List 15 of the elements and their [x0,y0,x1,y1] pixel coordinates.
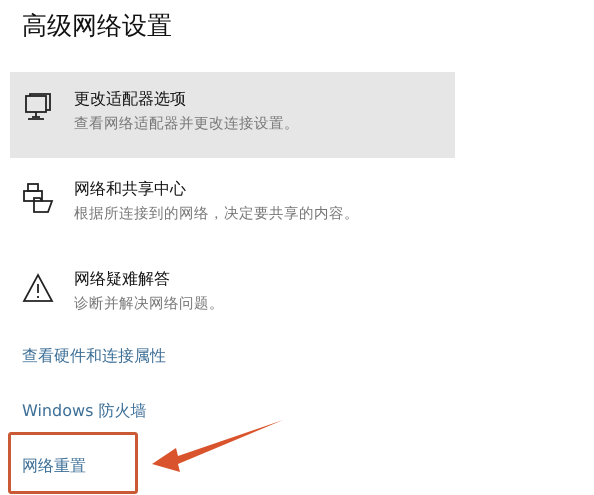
warning-icon [22,272,54,304]
settings-option[interactable]: 网络疑难解答 诊断并解决网络问题。 [10,252,455,338]
option-title: 网络疑难解答 [74,268,170,290]
settings-link[interactable]: 查看硬件和连接属性 [22,344,166,368]
option-title: 网络和共享中心 [74,178,186,200]
option-description: 查看网络适配器并更改连接设置。 [74,115,299,134]
printer-folder-icon [22,182,54,214]
option-description: 诊断并解决网络问题。 [74,295,224,314]
settings-link[interactable]: Windows 防火墙 [22,399,147,423]
page-title: 高级网络设置 [22,10,172,42]
option-description: 根据所连接到的网络，决定要共享的内容。 [74,204,359,224]
option-title: 更改适配器选项 [74,88,186,110]
settings-option[interactable]: 更改适配器选项 查看网络适配器并更改连接设置。 [10,72,455,158]
settings-link[interactable]: 网络重置 [22,454,86,478]
settings-option[interactable]: 网络和共享中心 根据所连接到的网络，决定要共享的内容。 [10,162,455,248]
